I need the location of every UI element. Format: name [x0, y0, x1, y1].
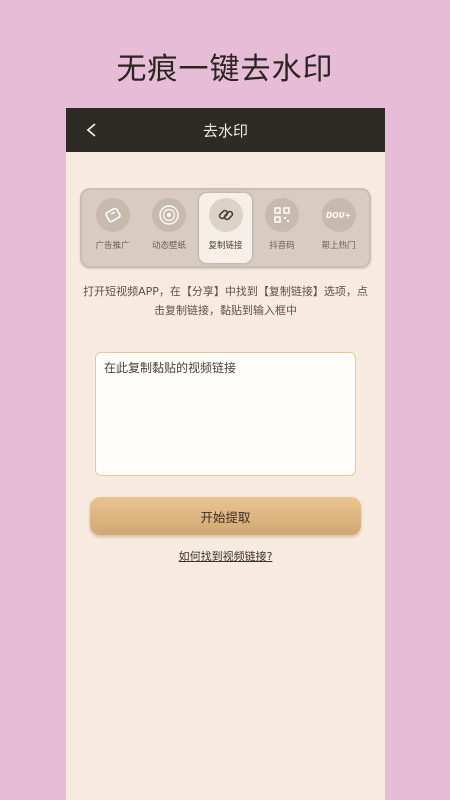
- disc-icon: [152, 198, 186, 232]
- tool-label: 帮上热门: [321, 241, 356, 251]
- chevron-left-icon[interactable]: [84, 122, 100, 138]
- link-icon: [208, 198, 243, 232]
- video-link-input[interactable]: [95, 352, 356, 476]
- instruction-text: 打开短视频APP，在【分享】中找到【复制链接】选项，点击复制链接，黏贴到输入框中: [83, 285, 368, 317]
- tool-bar: 广告推广 动态壁纸 复制链接 抖音码 DOU+ 帮上热门: [80, 188, 371, 268]
- help-link[interactable]: 如何找到视频链接?: [66, 548, 385, 564]
- tool-label: 广告推广: [95, 241, 130, 251]
- tool-label: 复制链接: [208, 241, 243, 251]
- start-extract-button[interactable]: 开始提取: [90, 497, 361, 535]
- tool-copy-link[interactable]: 复制链接: [199, 193, 252, 263]
- dou-plus-icon: DOU+: [321, 198, 356, 232]
- tool-label: 动态壁纸: [151, 241, 186, 251]
- dou-plus-text: DOU+: [326, 210, 351, 220]
- tool-live-wallpaper[interactable]: 动态壁纸: [143, 190, 196, 266]
- tool-ad-promotion[interactable]: 广告推广: [86, 190, 139, 266]
- banner-title: 无痕一键去水印: [116, 52, 334, 87]
- phone-screen: 去水印 广告推广 动态壁纸 复制链接 抖音码 DOU+ 帮上热门 打开短视频AP…: [66, 108, 385, 800]
- megaphone-icon: [95, 198, 130, 232]
- tool-boost-trending[interactable]: DOU+ 帮上热门: [312, 190, 365, 266]
- tool-label: 抖音码: [269, 241, 295, 251]
- tool-douyin-code[interactable]: 抖音码: [256, 190, 309, 266]
- page-title: 去水印: [202, 121, 248, 140]
- navbar: 去水印: [66, 108, 385, 152]
- qr-code-icon: [265, 198, 299, 232]
